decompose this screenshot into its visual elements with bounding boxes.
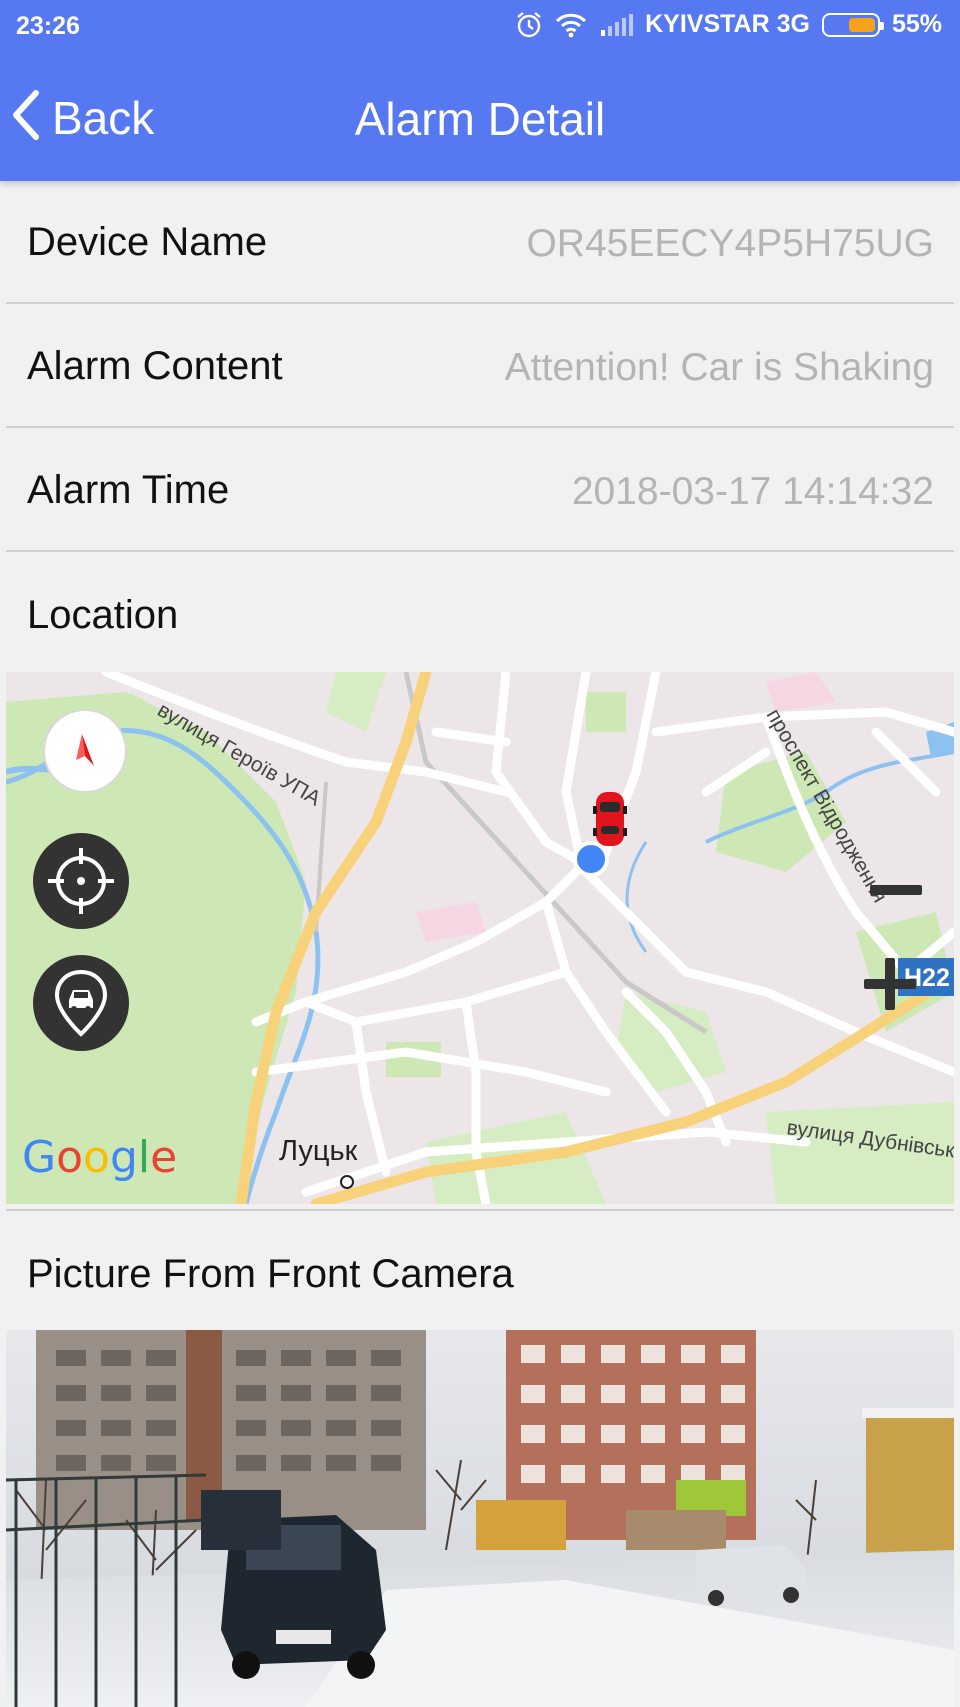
compass-icon[interactable] <box>42 708 128 799</box>
alarm-time-row: Alarm Time 2018-03-17 14:14:32 <box>6 430 954 552</box>
car-marker-icon[interactable] <box>593 792 627 846</box>
map-canvas[interactable]: вулиця Героїв УПА проспект Відродження в… <box>6 672 954 1204</box>
carrier-label: KYIVSTAR 3G <box>645 10 810 38</box>
alarm-content-row: Alarm Content Attention! Car is Shaking <box>6 306 954 428</box>
battery-fill <box>848 17 875 32</box>
battery-percent: 55% <box>891 10 942 38</box>
app-header: 23:26 KYIVSTAR 3G 55% Back Alarm Detail <box>0 0 960 181</box>
alarm-time-value: 2018-03-17 14:14:32 <box>571 470 934 513</box>
device-name-row: Device Name OR45EECY4P5H75UG <box>6 182 954 304</box>
map-divider <box>6 1209 954 1211</box>
location-map[interactable]: вулиця Героїв УПА проспект Відродження в… <box>6 672 954 1204</box>
alarm-clock-icon <box>515 11 543 39</box>
signal-icon <box>599 12 634 38</box>
zoom-in-icon[interactable] <box>862 956 918 1017</box>
alarm-content-label: Alarm Content <box>27 344 283 388</box>
car-location-icon[interactable] <box>32 954 130 1057</box>
google-logo: Google <box>22 1132 177 1183</box>
current-location-dot <box>573 841 609 877</box>
city-marker <box>340 1175 354 1189</box>
alarm-time-label: Alarm Time <box>27 468 230 512</box>
camera-section-label: Picture From Front Camera <box>27 1252 514 1296</box>
wifi-icon <box>555 12 587 38</box>
navigation-bar: Back Alarm Detail <box>0 64 960 174</box>
location-label: Location <box>27 593 179 637</box>
alarm-content-value: Attention! Car is Shaking <box>504 346 934 389</box>
status-time: 23:26 <box>16 12 80 40</box>
status-bar: 23:26 KYIVSTAR 3G 55% <box>0 0 960 54</box>
device-name-value: OR45EECY4P5H75UG <box>526 222 934 265</box>
page-title: Alarm Detail <box>354 93 606 145</box>
device-name-label: Device Name <box>27 220 268 264</box>
locate-me-icon[interactable] <box>32 832 130 935</box>
status-right: KYIVSTAR 3G 55% <box>515 10 942 39</box>
zoom-out-icon[interactable] <box>868 882 924 903</box>
city-label: Луцьк <box>279 1135 358 1167</box>
front-camera-picture[interactable] <box>6 1330 954 1707</box>
battery-icon <box>821 12 884 37</box>
